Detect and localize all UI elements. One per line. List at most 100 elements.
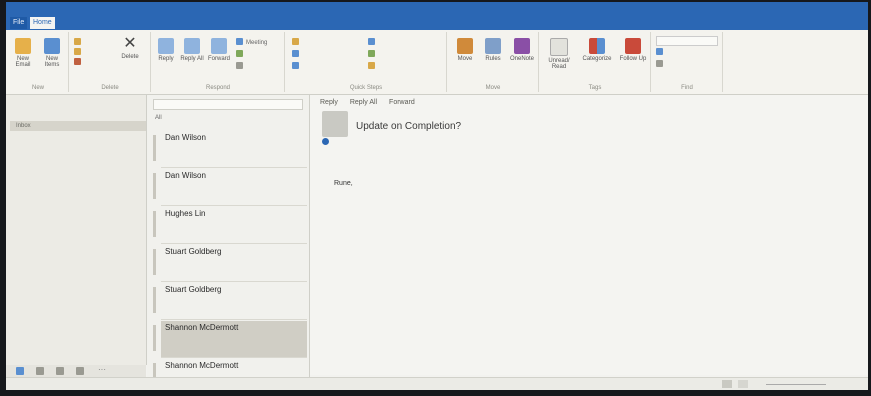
normal-view-icon[interactable] bbox=[722, 380, 732, 388]
row-marker bbox=[153, 173, 156, 199]
quick-step-3[interactable] bbox=[292, 62, 302, 70]
mail-icon[interactable] bbox=[16, 367, 24, 375]
follow-up-button[interactable]: Follow Up bbox=[618, 38, 648, 62]
list-item[interactable]: Dan Wilson bbox=[153, 169, 307, 206]
quick-step-1[interactable] bbox=[292, 38, 302, 46]
outlook-window: File Home New Email New Items New ✕ Dele… bbox=[6, 2, 868, 390]
tab-send-receive[interactable] bbox=[66, 17, 72, 29]
quick-step-2[interactable] bbox=[292, 50, 302, 58]
list-item[interactable]: Stuart Goldberg bbox=[153, 283, 307, 320]
folder-item[interactable] bbox=[16, 215, 136, 225]
status-bar bbox=[6, 377, 868, 390]
reply-icon bbox=[158, 38, 174, 54]
folder-item[interactable] bbox=[16, 239, 136, 249]
folder-item[interactable] bbox=[16, 287, 136, 297]
delete-button[interactable]: ✕ Delete bbox=[114, 35, 146, 61]
message-list: All Dan Wilson Dan Wilson Hughes Lin Stu… bbox=[147, 95, 310, 390]
im-button[interactable] bbox=[236, 50, 246, 58]
meeting-button[interactable]: Meeting bbox=[236, 38, 267, 46]
folder-item[interactable] bbox=[16, 191, 136, 201]
reading-forward-button[interactable]: Forward bbox=[389, 99, 415, 106]
delete-x-icon: ✕ bbox=[123, 35, 137, 52]
ignore-icon bbox=[74, 38, 81, 45]
search-input[interactable] bbox=[153, 99, 303, 110]
message-greeting: Rune, bbox=[334, 180, 353, 187]
folder-fav-2[interactable] bbox=[16, 135, 136, 145]
address-book-button[interactable] bbox=[656, 48, 666, 56]
tab-home[interactable]: Home bbox=[30, 17, 55, 29]
address-book-icon bbox=[656, 48, 663, 55]
message-sender: Stuart Goldberg bbox=[165, 247, 222, 256]
forward-button[interactable]: Forward bbox=[206, 38, 232, 62]
unread-read-button[interactable]: Unread/ Read bbox=[542, 38, 576, 70]
filter-email-button[interactable] bbox=[656, 60, 666, 68]
tab-extra[interactable] bbox=[168, 17, 174, 29]
folder-item[interactable] bbox=[16, 335, 136, 345]
categorize-button[interactable]: Categorize bbox=[578, 38, 616, 62]
more-apps-icon[interactable]: ··· bbox=[98, 366, 112, 375]
folder-item[interactable] bbox=[16, 251, 136, 261]
zoom-slider[interactable] bbox=[766, 384, 826, 385]
quick-step-icon bbox=[292, 50, 299, 57]
unread-read-label: Unread/ Read bbox=[548, 58, 570, 70]
meeting-label: Meeting bbox=[246, 40, 268, 46]
reading-reply-button[interactable]: Reply bbox=[320, 99, 338, 106]
folder-item[interactable] bbox=[16, 347, 136, 357]
filter-all[interactable]: All bbox=[155, 115, 162, 121]
move-button[interactable]: Move bbox=[452, 38, 478, 62]
list-item[interactable]: Hughes Lin bbox=[153, 207, 307, 244]
junk-button[interactable] bbox=[74, 58, 84, 66]
tab-view[interactable] bbox=[144, 17, 150, 29]
onenote-icon bbox=[514, 38, 530, 54]
tasks-icon[interactable] bbox=[76, 367, 84, 375]
quick-step-5[interactable] bbox=[368, 50, 378, 58]
quick-step-4[interactable] bbox=[368, 38, 378, 46]
ribbon-tabs: File Home bbox=[6, 16, 868, 30]
quick-step-icon bbox=[368, 38, 375, 45]
list-item[interactable]: Dan Wilson bbox=[153, 131, 307, 168]
info-icon bbox=[322, 138, 329, 145]
tab-file[interactable]: File bbox=[10, 17, 28, 29]
tab-folder[interactable] bbox=[118, 17, 124, 29]
folder-item[interactable] bbox=[16, 263, 136, 273]
group-move: Move Rules OneNote Move bbox=[448, 32, 539, 92]
ignore-button[interactable] bbox=[74, 38, 84, 46]
im-icon bbox=[236, 50, 243, 57]
new-email-icon bbox=[15, 38, 31, 54]
onenote-button[interactable]: OneNote bbox=[508, 38, 536, 62]
folder-item[interactable] bbox=[16, 311, 136, 321]
row-marker bbox=[153, 135, 156, 161]
folder-item[interactable] bbox=[16, 275, 136, 285]
group-tags: Unread/ Read Categorize Follow Up Tags bbox=[540, 32, 651, 92]
quick-step-6[interactable] bbox=[368, 62, 378, 70]
folder-item[interactable] bbox=[16, 299, 136, 309]
list-item[interactable]: Stuart Goldberg bbox=[153, 245, 307, 282]
new-items-button[interactable]: New Items bbox=[38, 38, 66, 68]
list-filters: All bbox=[153, 115, 303, 125]
new-email-button[interactable]: New Email bbox=[10, 38, 36, 68]
folder-inbox[interactable]: Inbox bbox=[10, 121, 146, 131]
flag-icon bbox=[625, 38, 641, 54]
list-item-selected[interactable]: Shannon McDermott bbox=[153, 321, 307, 358]
reading-reply-all-button[interactable]: Reply All bbox=[350, 99, 377, 106]
search-people-input[interactable] bbox=[656, 36, 718, 46]
new-items-label: New Items bbox=[44, 56, 60, 68]
reply-all-icon bbox=[184, 38, 200, 54]
clean-up-button[interactable] bbox=[74, 48, 84, 56]
group-new-label: New bbox=[31, 85, 44, 91]
rules-button[interactable]: Rules bbox=[480, 38, 506, 62]
reply-button[interactable]: Reply bbox=[154, 38, 178, 62]
rules-icon bbox=[485, 38, 501, 54]
folder-item[interactable] bbox=[16, 203, 136, 213]
folder-fav-3[interactable] bbox=[16, 147, 136, 157]
reply-all-button[interactable]: Reply All bbox=[180, 38, 204, 62]
calendar-icon[interactable] bbox=[36, 367, 44, 375]
folder-item[interactable] bbox=[16, 227, 136, 237]
row-marker bbox=[153, 287, 156, 313]
people-icon[interactable] bbox=[56, 367, 64, 375]
reading-view-icon[interactable] bbox=[738, 380, 748, 388]
more-respond-button[interactable] bbox=[236, 62, 246, 70]
folder-item[interactable] bbox=[16, 323, 136, 333]
group-new: New Email New Items New bbox=[8, 32, 69, 92]
junk-icon bbox=[74, 58, 81, 65]
